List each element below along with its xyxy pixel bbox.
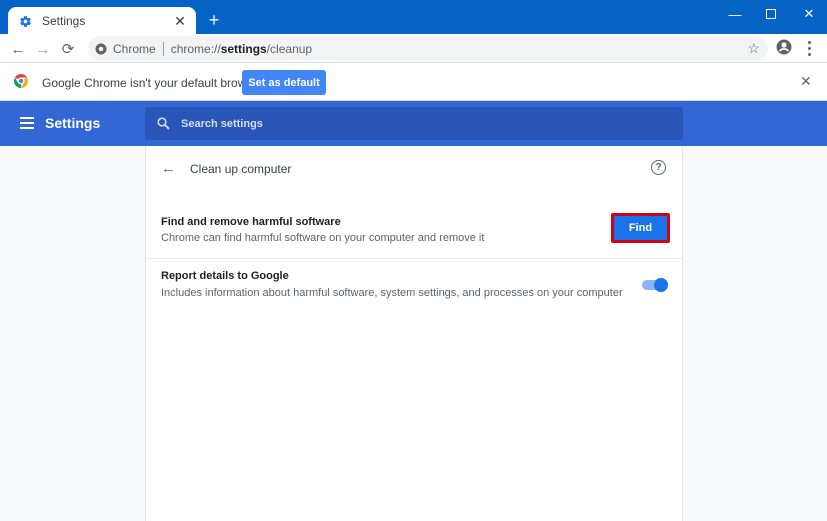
- row-separator: [609, 214, 610, 244]
- bookmark-star-icon[interactable]: ☆: [747, 40, 760, 57]
- report-details-toggle[interactable]: [642, 278, 668, 292]
- gear-icon: [17, 13, 33, 29]
- tab-settings[interactable]: Settings ✕: [8, 7, 196, 35]
- close-tab-icon[interactable]: ✕: [172, 13, 188, 29]
- default-browser-infobar: Google Chrome isn't your default browser…: [0, 63, 827, 101]
- chrome-page-icon: [95, 43, 107, 54]
- reload-icon[interactable]: ⟳: [58, 39, 78, 59]
- row-description: Chrome can find harmful software on your…: [161, 232, 485, 244]
- back-arrow-icon[interactable]: ←: [8, 39, 28, 59]
- help-icon[interactable]: ?: [651, 160, 666, 175]
- maximize-icon[interactable]: [756, 4, 786, 24]
- find-button[interactable]: Find: [611, 213, 670, 243]
- minimize-icon[interactable]: —: [720, 4, 750, 24]
- set-as-default-button[interactable]: Set as default: [242, 70, 326, 95]
- more-menu-icon[interactable]: [802, 39, 816, 57]
- forward-arrow-icon[interactable]: →: [33, 39, 53, 59]
- hamburger-menu-icon[interactable]: [20, 117, 34, 129]
- row-description: Includes information about harmful softw…: [161, 287, 623, 299]
- url-text: chrome://settings/cleanup: [170, 41, 313, 56]
- settings-title: Settings: [45, 115, 101, 131]
- chrome-logo-icon: [14, 74, 28, 88]
- title-bar: Settings ✕ + — ✕: [0, 0, 827, 35]
- tab-title: Settings: [42, 14, 86, 28]
- report-details-row: Report details to Google Includes inform…: [146, 258, 682, 310]
- find-harmful-software-row: Find and remove harmful software Chrome …: [146, 206, 682, 258]
- toggle-knob: [654, 278, 668, 292]
- address-bar[interactable]: Chrome chrome://settings/cleanup ☆: [88, 36, 768, 61]
- close-window-icon[interactable]: ✕: [794, 4, 824, 24]
- row-label: Find and remove harmful software: [161, 216, 341, 228]
- page-title: Clean up computer: [190, 162, 292, 176]
- search-settings-input[interactable]: [181, 117, 631, 130]
- settings-header: Settings: [0, 101, 827, 146]
- site-chip: Chrome: [113, 41, 156, 56]
- cleanup-card: ← Clean up computer ? Find and remove ha…: [145, 146, 683, 521]
- search-settings-box[interactable]: [145, 107, 683, 140]
- row-label: Report details to Google: [161, 270, 289, 282]
- search-icon: [157, 117, 170, 130]
- account-icon[interactable]: [776, 39, 792, 55]
- settings-content: ← Clean up computer ? Find and remove ha…: [0, 146, 827, 521]
- close-infobar-icon[interactable]: ✕: [800, 73, 812, 90]
- infobar-message: Google Chrome isn't your default browser: [42, 76, 264, 90]
- back-arrow-icon[interactable]: ←: [161, 160, 176, 177]
- browser-toolbar: ← → ⟳ Chrome chrome://settings/cleanup ☆: [0, 34, 827, 63]
- chip-separator: [162, 41, 164, 56]
- new-tab-button[interactable]: +: [205, 11, 223, 29]
